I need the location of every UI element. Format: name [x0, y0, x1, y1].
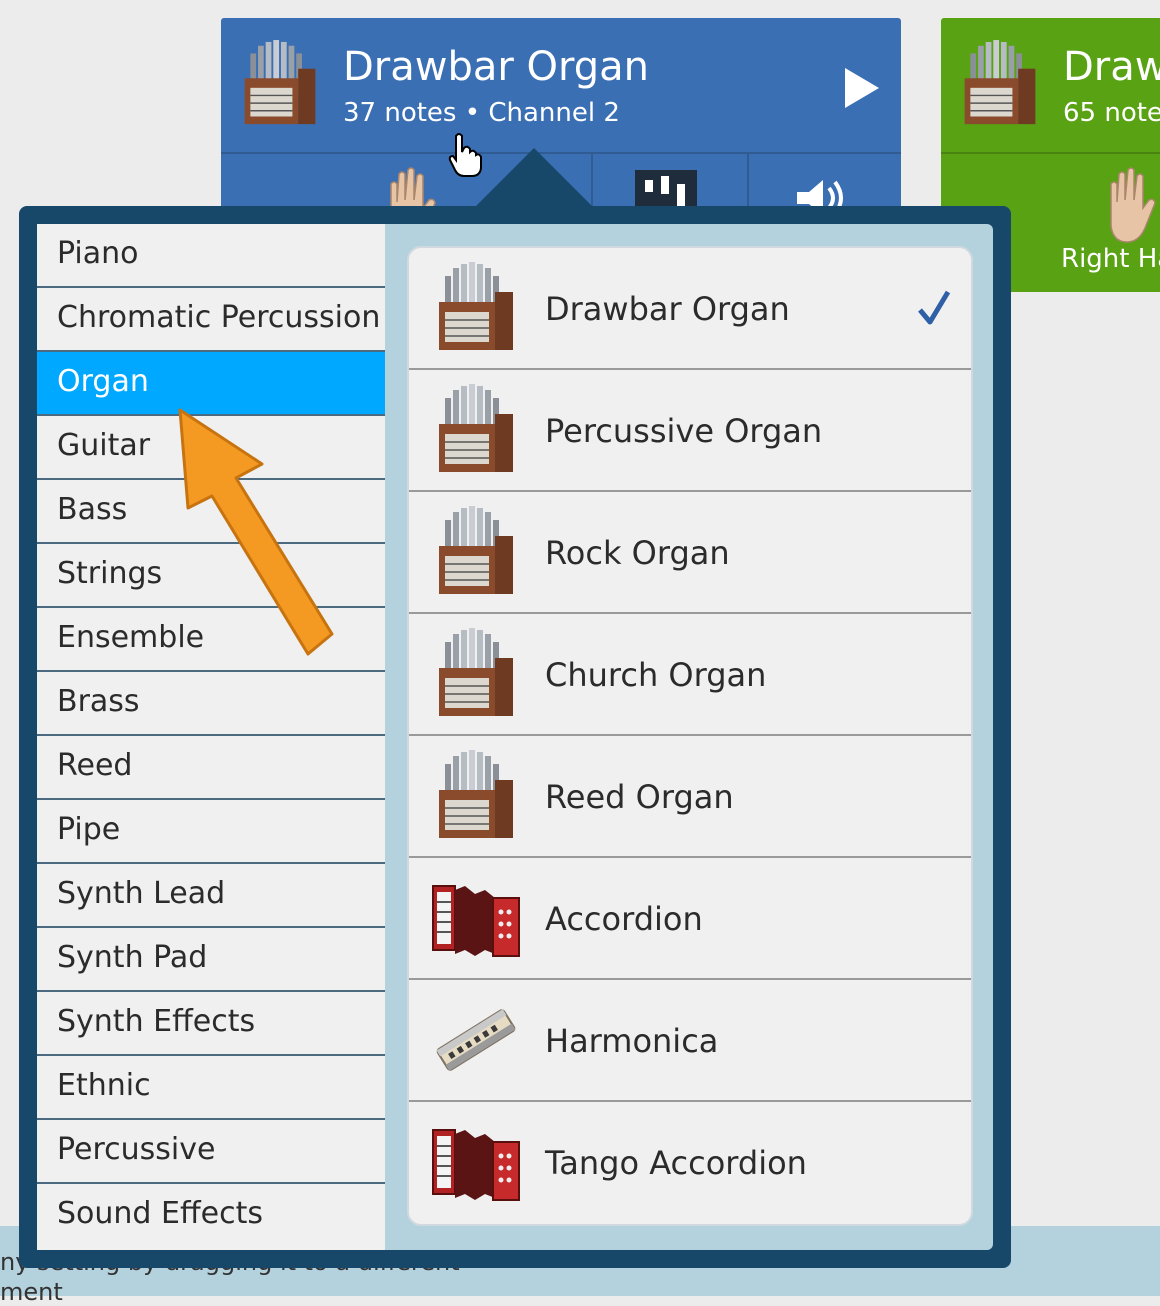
- category-label: Ethnic: [57, 1068, 151, 1103]
- track-subtitle[interactable]: 37 notes • Channel 2: [343, 98, 620, 128]
- category-label: Chromatic Percussion: [57, 300, 381, 335]
- checkmark-icon: [918, 290, 951, 325]
- instrument-label: Accordion: [545, 900, 703, 938]
- category-label: Strings: [57, 556, 163, 591]
- harmonica-icon: [436, 1009, 516, 1071]
- instrument-label: Drawbar Organ: [545, 290, 790, 328]
- category-label: Bass: [57, 492, 128, 527]
- instrument-item-drawbar-organ[interactable]: Drawbar Organ: [409, 248, 971, 370]
- instrument-panel: Drawbar Organ Percussive Organ Rock Orga…: [385, 224, 993, 1250]
- category-label: Pipe: [57, 812, 121, 847]
- track-title: Drawbar Organ: [343, 44, 650, 90]
- pipe-organ-icon: [439, 506, 513, 594]
- category-item-piano[interactable]: Piano: [37, 224, 385, 288]
- category-item-synth-pad[interactable]: Synth Pad: [37, 928, 385, 992]
- pipe-organ-icon: [439, 384, 513, 472]
- pipe-organ-icon: [439, 262, 513, 350]
- instrument-picker-popover: Piano Chromatic Percussion Organ Guitar …: [19, 148, 1011, 1268]
- popover-caret: [476, 148, 592, 206]
- accordion-icon: [432, 885, 520, 957]
- instrument-item-church-organ[interactable]: Church Organ: [409, 614, 971, 736]
- pipe-organ-icon: [964, 40, 1036, 125]
- hint-text-line-2: ment: [0, 1278, 63, 1306]
- instrument-label: Percussive Organ: [545, 412, 823, 450]
- category-label: Guitar: [57, 428, 151, 463]
- category-label: Sound Effects: [57, 1196, 263, 1231]
- category-item-synth-effects[interactable]: Synth Effects: [37, 992, 385, 1056]
- category-label: Brass: [57, 684, 140, 719]
- category-label: Reed: [57, 748, 133, 783]
- hand-icon[interactable]: [1101, 166, 1160, 246]
- instrument-item-tango-accordion[interactable]: Tango Accordion: [409, 1102, 971, 1222]
- instrument-label: Church Organ: [545, 656, 767, 694]
- hand-label: Right Hand: [1061, 244, 1160, 274]
- instrument-item-percussive-organ[interactable]: Percussive Organ: [409, 370, 971, 492]
- category-item-reed[interactable]: Reed: [37, 736, 385, 800]
- instrument-label: Rock Organ: [545, 534, 730, 572]
- pipe-organ-icon: [439, 750, 513, 838]
- accordion-icon: [432, 1129, 520, 1201]
- track-divider: [941, 152, 1160, 154]
- category-item-brass[interactable]: Brass: [37, 672, 385, 736]
- instrument-item-rock-organ[interactable]: Rock Organ: [409, 492, 971, 614]
- category-label: Organ: [57, 364, 149, 399]
- category-label: Synth Effects: [57, 1004, 256, 1039]
- track-subtitle: 65 notes: [1063, 98, 1160, 128]
- category-label: Synth Lead: [57, 876, 226, 911]
- instrument-list: Drawbar Organ Percussive Organ Rock Orga…: [407, 246, 973, 1226]
- category-item-sound-effects[interactable]: Sound Effects: [37, 1184, 385, 1246]
- category-label: Piano: [57, 236, 139, 271]
- category-item-synth-lead[interactable]: Synth Lead: [37, 864, 385, 928]
- instrument-item-accordion[interactable]: Accordion: [409, 858, 971, 980]
- category-item-organ[interactable]: Organ: [37, 352, 385, 416]
- category-list: Piano Chromatic Percussion Organ Guitar …: [37, 224, 385, 1250]
- pipe-organ-icon: [244, 40, 316, 125]
- category-item-pipe[interactable]: Pipe: [37, 800, 385, 864]
- hand-pointer-cursor-icon: [448, 133, 482, 177]
- track-title: Drawbar Organ: [1063, 44, 1160, 90]
- category-label: Percussive: [57, 1132, 216, 1167]
- category-item-percussive[interactable]: Percussive: [37, 1120, 385, 1184]
- instrument-label: Tango Accordion: [545, 1144, 807, 1182]
- annotation-arrow-icon: [178, 408, 334, 656]
- category-item-ethnic[interactable]: Ethnic: [37, 1056, 385, 1120]
- instrument-label: Reed Organ: [545, 778, 734, 816]
- instrument-item-reed-organ[interactable]: Reed Organ: [409, 736, 971, 858]
- category-item-chromatic-percussion[interactable]: Chromatic Percussion: [37, 288, 385, 352]
- instrument-item-harmonica[interactable]: Harmonica: [409, 980, 971, 1102]
- play-icon[interactable]: [839, 66, 883, 110]
- category-label: Synth Pad: [57, 940, 208, 975]
- instrument-label: Harmonica: [545, 1022, 719, 1060]
- pipe-organ-icon: [439, 628, 513, 716]
